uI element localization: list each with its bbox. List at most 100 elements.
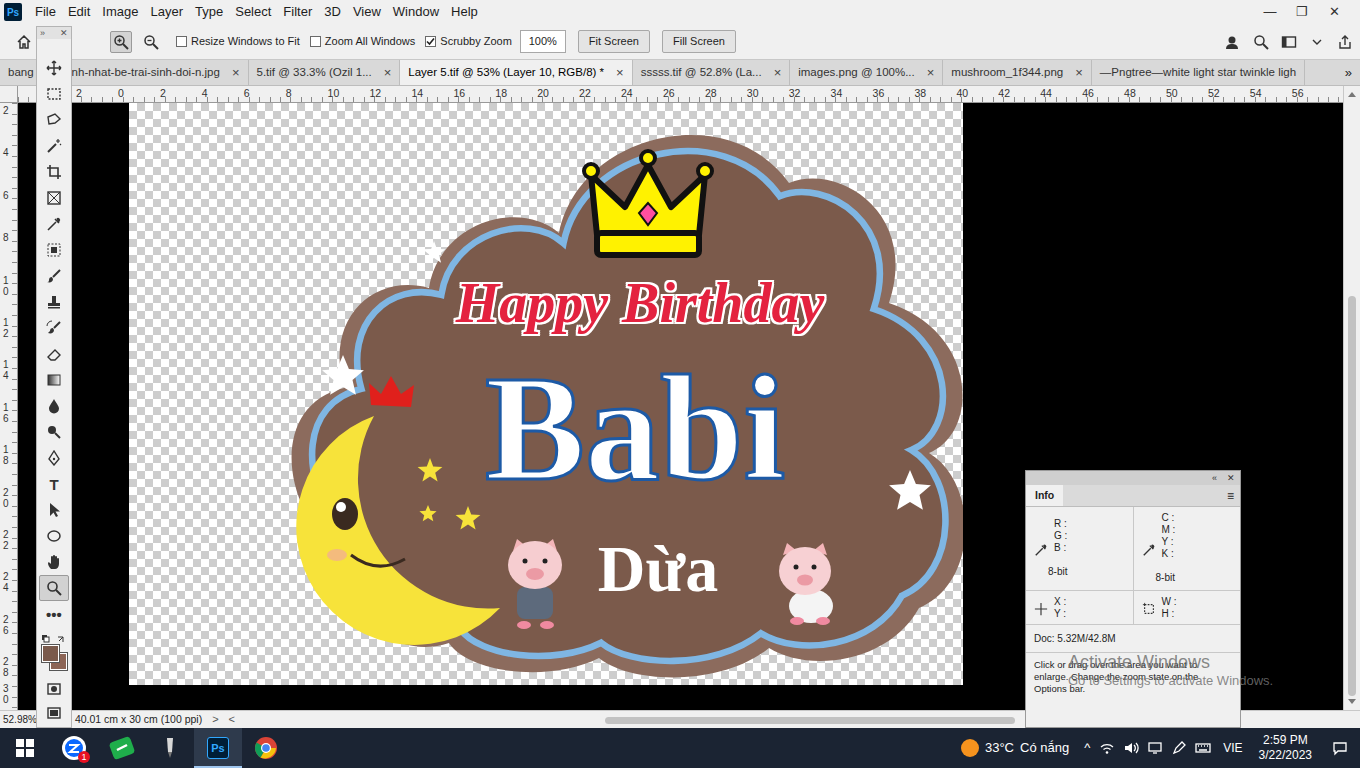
foreground-color-swatch[interactable] bbox=[42, 645, 59, 662]
frame-tool-icon[interactable] bbox=[39, 185, 69, 211]
crop-tool-icon[interactable] bbox=[39, 159, 69, 185]
menu-item[interactable]: Help bbox=[445, 0, 484, 24]
path-select-tool-icon[interactable] bbox=[39, 497, 69, 523]
hand-tool-icon[interactable] bbox=[39, 549, 69, 575]
zoom-percent-field[interactable]: 100% bbox=[520, 30, 566, 53]
info-tab[interactable]: Info bbox=[1026, 485, 1063, 506]
eyedropper-tool-icon[interactable] bbox=[39, 211, 69, 237]
magic-wand-tool-icon[interactable] bbox=[39, 133, 69, 159]
document-tab[interactable]: —Pngtree—white light star twinkle ligh bbox=[1092, 60, 1305, 85]
move-tool-icon[interactable] bbox=[39, 55, 69, 81]
keyboard-icon[interactable] bbox=[1191, 728, 1215, 768]
close-tab-button[interactable]: × bbox=[774, 63, 782, 83]
checkbox[interactable] bbox=[176, 36, 187, 47]
scroll-up-icon[interactable] bbox=[1348, 92, 1356, 97]
scrollbar-thumb[interactable] bbox=[605, 717, 1015, 724]
close-tab-button[interactable]: × bbox=[616, 63, 624, 83]
checkbox[interactable] bbox=[425, 36, 436, 47]
fit-screen-button[interactable]: Fit Screen bbox=[578, 30, 650, 53]
photoshop-app-icon[interactable]: Ps bbox=[194, 728, 242, 768]
document-tab[interactable]: Layer 5.tif @ 53% (Layer 10, RGB/8) *× bbox=[400, 60, 632, 85]
menu-item[interactable]: Window bbox=[387, 0, 445, 24]
option-checkbox[interactable]: Zoom All Windows bbox=[310, 33, 415, 50]
clock[interactable]: 2:59 PM3/22/2023 bbox=[1251, 733, 1320, 763]
gradient-tool-icon[interactable] bbox=[39, 367, 69, 393]
menu-item[interactable]: Type bbox=[189, 0, 229, 24]
learn-icon[interactable] bbox=[1222, 31, 1244, 53]
option-checkbox[interactable]: Scrubby Zoom bbox=[425, 33, 512, 50]
zoom-out-icon[interactable] bbox=[140, 31, 162, 53]
more-tools-icon[interactable]: ••• bbox=[39, 601, 69, 627]
close-tab-button[interactable]: × bbox=[927, 63, 935, 83]
panel-menu-button[interactable]: ≡ bbox=[1221, 485, 1240, 506]
pen-icon[interactable] bbox=[1167, 728, 1191, 768]
close-tab-button[interactable]: × bbox=[1075, 63, 1083, 83]
checkbox[interactable] bbox=[310, 36, 321, 47]
input-language[interactable]: VIE bbox=[1215, 739, 1250, 757]
menu-item[interactable]: Edit bbox=[62, 0, 96, 24]
type-tool-icon[interactable]: T bbox=[39, 471, 69, 497]
zoom-tool-icon[interactable] bbox=[39, 575, 69, 601]
vertical-scrollbar[interactable] bbox=[1343, 86, 1360, 710]
ellipse-tool-icon[interactable] bbox=[39, 523, 69, 549]
windows-start-icon[interactable] bbox=[0, 728, 50, 768]
home-icon[interactable] bbox=[14, 32, 34, 52]
patch-tool-icon[interactable] bbox=[39, 237, 69, 263]
action-center-icon[interactable] bbox=[1320, 728, 1360, 768]
document-tab[interactable]: images.png @ 100%...× bbox=[790, 60, 943, 85]
history-brush-tool-icon[interactable] bbox=[39, 315, 69, 341]
quick-mask-icon[interactable] bbox=[39, 677, 69, 701]
chrome-app-icon[interactable] bbox=[242, 728, 290, 768]
show-hidden-icons-button[interactable]: ^ bbox=[1079, 738, 1095, 758]
search-icon[interactable] bbox=[1250, 31, 1272, 53]
minimize-button[interactable]: — bbox=[1254, 0, 1286, 24]
display-icon[interactable] bbox=[1143, 728, 1167, 768]
more-tabs-button[interactable]: » bbox=[1337, 60, 1360, 85]
marquee-tool-icon[interactable] bbox=[39, 81, 69, 107]
weather-widget[interactable]: 33°CCó nắng bbox=[961, 738, 1069, 758]
dodge-tool-icon[interactable] bbox=[39, 419, 69, 445]
menu-item[interactable]: Filter bbox=[277, 0, 318, 24]
close-panel-button[interactable]: ✕ bbox=[1222, 471, 1240, 485]
document-canvas[interactable]: Happy BirthdayBabiDừa bbox=[129, 103, 963, 685]
document-tab[interactable]: mushroom_1f344.png× bbox=[943, 60, 1091, 85]
green-app-icon[interactable] bbox=[98, 728, 146, 768]
ruler-origin[interactable] bbox=[0, 86, 18, 103]
pen-app-icon[interactable] bbox=[146, 728, 194, 768]
collapse-toolbar-button[interactable]: » bbox=[40, 27, 45, 39]
pen-tool-icon[interactable] bbox=[39, 445, 69, 471]
share-icon[interactable] bbox=[1334, 31, 1356, 53]
close-tab-button[interactable]: × bbox=[384, 63, 392, 83]
document-tab[interactable]: 5.tif @ 33.3% (Ozil 1...× bbox=[249, 60, 401, 85]
vertical-ruler[interactable]: 24681012141618202224262830 bbox=[0, 103, 18, 710]
restore-button[interactable]: ❐ bbox=[1286, 0, 1318, 24]
close-toolbar-button[interactable]: ✕ bbox=[60, 27, 68, 39]
horizontal-ruler[interactable]: 2024681012141618202224262830323436384042… bbox=[18, 86, 1343, 103]
screen-mode-icon[interactable] bbox=[39, 701, 69, 725]
fill-screen-button[interactable]: Fill Screen bbox=[662, 30, 736, 53]
blur-tool-icon[interactable] bbox=[39, 393, 69, 419]
zoom-in-icon[interactable] bbox=[110, 31, 132, 53]
scrollbar-thumb[interactable] bbox=[1348, 296, 1356, 696]
close-button[interactable]: ✕ bbox=[1318, 0, 1350, 24]
menu-item[interactable]: 3D bbox=[318, 0, 347, 24]
chevron-down-icon[interactable] bbox=[1306, 31, 1328, 53]
brush-tool-icon[interactable] bbox=[39, 263, 69, 289]
collapse-panel-button[interactable]: « bbox=[1207, 471, 1222, 485]
workspace-icon[interactable] bbox=[1278, 31, 1300, 53]
status-menu-button[interactable]: > bbox=[212, 711, 218, 728]
close-tab-button[interactable]: × bbox=[232, 63, 240, 83]
menu-item[interactable]: View bbox=[347, 0, 387, 24]
menu-item[interactable]: Image bbox=[96, 0, 144, 24]
menu-item[interactable]: Select bbox=[229, 0, 277, 24]
document-tab[interactable]: sssss.tif @ 52.8% (La...× bbox=[633, 60, 791, 85]
menu-item[interactable]: File bbox=[29, 0, 62, 24]
eraser-tool-icon[interactable] bbox=[39, 341, 69, 367]
scroll-left-button[interactable]: < bbox=[229, 711, 235, 728]
scroll-down-icon[interactable] bbox=[1348, 699, 1356, 704]
zalo-app-icon[interactable]: 1 bbox=[50, 728, 98, 768]
network-icon[interactable] bbox=[1095, 728, 1119, 768]
lasso-tool-icon[interactable] bbox=[39, 107, 69, 133]
volume-icon[interactable] bbox=[1119, 728, 1143, 768]
clone-stamp-tool-icon[interactable] bbox=[39, 289, 69, 315]
